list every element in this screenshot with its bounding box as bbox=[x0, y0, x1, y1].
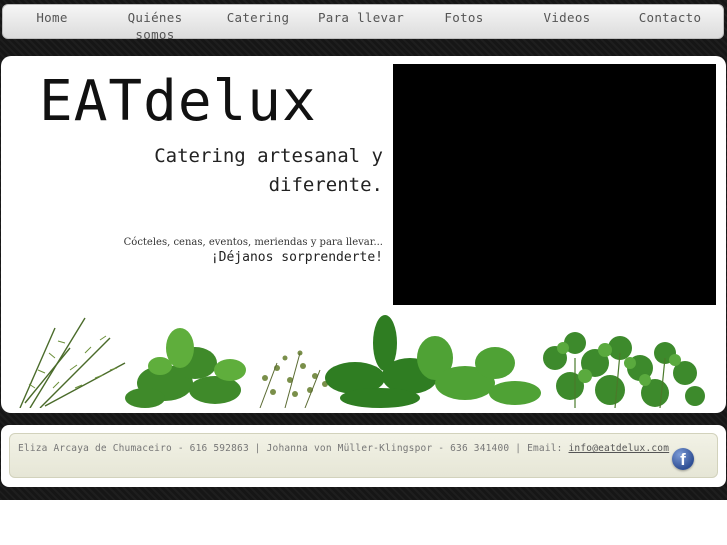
main-navigation: Home Quiénes somos Catering Para llevar … bbox=[2, 4, 724, 42]
site-title: EATdelux bbox=[39, 69, 317, 134]
tagline: Catering artesanal y diferente. bbox=[154, 145, 383, 196]
email-link[interactable]: info@eatdelux.com bbox=[569, 443, 670, 454]
hero-panel: EATdelux Catering artesanal y diferente.… bbox=[1, 56, 726, 413]
contact-info: Eliza Arcaya de Chumaceiro - 616 592863 … bbox=[18, 443, 669, 454]
nav-catering[interactable]: Catering bbox=[208, 9, 308, 26]
nav-contacto[interactable]: Contacto bbox=[620, 9, 720, 26]
contact-bar: Eliza Arcaya de Chumaceiro - 616 592863 … bbox=[9, 433, 718, 478]
nav-quienes-somos[interactable]: Quiénes somos bbox=[106, 9, 204, 43]
video-player[interactable] bbox=[393, 64, 716, 305]
herbs-image bbox=[19, 315, 705, 408]
nav-para-llevar[interactable]: Para llevar bbox=[311, 9, 411, 26]
footer-panel: Eliza Arcaya de Chumaceiro - 616 592863 … bbox=[1, 425, 726, 487]
nav-home[interactable]: Home bbox=[2, 9, 102, 26]
cta-text: ¡Déjanos sorprenderte! bbox=[210, 250, 383, 265]
contact-text: Eliza Arcaya de Chumaceiro - 616 592863 … bbox=[18, 443, 569, 454]
facebook-icon[interactable]: f bbox=[672, 448, 694, 470]
nav-fotos[interactable]: Fotos bbox=[414, 9, 514, 26]
services-text: Cócteles, cenas, eventos, meriendas y pa… bbox=[123, 237, 383, 248]
nav-videos[interactable]: Videos bbox=[517, 9, 617, 26]
